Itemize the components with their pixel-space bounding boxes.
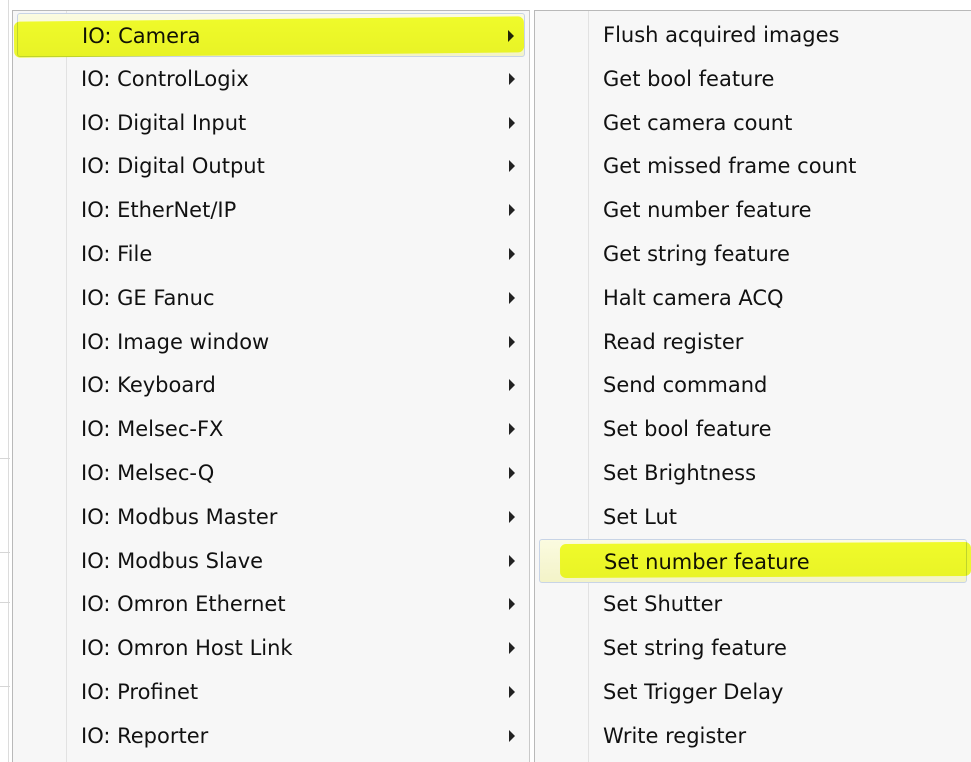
menu-item-io-file[interactable]: IO: File — [17, 232, 525, 276]
menu-item-halt-camera-acq[interactable]: Halt camera ACQ — [539, 276, 967, 320]
menu-item-io-ethernet-ip[interactable]: IO: EtherNet/IP — [17, 188, 525, 232]
camera-submenu: Flush acquired images Get bool feature Get… — [534, 10, 971, 762]
menu-item-label: Get number feature — [603, 198, 812, 223]
background-divider — [0, 552, 10, 553]
menu-item-label: Get bool feature — [603, 66, 775, 91]
menu-item-io-melsec-q[interactable]: IO: Melsec-Q — [17, 451, 525, 495]
background-divider — [0, 458, 10, 459]
menu-item-label: IO: EtherNet/IP — [81, 198, 237, 223]
menu-item-label: IO: File — [81, 242, 153, 266]
menu-item-set-trigger-delay[interactable]: Set Trigger Delay — [539, 670, 967, 714]
menu-item-io-modbus-master[interactable]: IO: Modbus Master — [17, 495, 525, 539]
triangle-right-icon — [509, 598, 515, 611]
triangle-right-icon — [509, 729, 515, 742]
triangle-right-icon — [509, 160, 515, 173]
triangle-right-icon — [509, 379, 515, 392]
menu-item-get-missed-frame-count[interactable]: Get missed frame count — [539, 144, 967, 188]
triangle-right-icon — [509, 116, 515, 129]
menu-item-io-melsec-fx[interactable]: IO: Melsec-FX — [17, 407, 525, 451]
menu-item-label: IO: Melsec-FX — [81, 417, 224, 442]
menu-item-io-omron-ethernet[interactable]: IO: Omron Ethernet — [17, 582, 525, 626]
menu-item-io-digital-output[interactable]: IO: Digital Output — [17, 144, 525, 188]
menu-item-label: IO: Image window — [81, 329, 270, 354]
menu-item-io-image-window[interactable]: IO: Image window — [17, 320, 525, 364]
menu-item-label: IO: Reporter — [81, 723, 209, 748]
menu-item-label: IO: Melsec-Q — [81, 461, 215, 485]
background-window-edge — [8, 0, 9, 762]
menu-item-label: Flush acquired images — [603, 23, 840, 47]
triangle-right-icon — [509, 291, 515, 304]
menu-item-get-string-feature[interactable]: Get string feature — [539, 232, 967, 276]
triangle-right-icon — [509, 686, 515, 698]
menu-item-label: Set bool feature — [603, 417, 772, 442]
menu-item-io-ge-fanuc[interactable]: IO: GE Fanuc — [17, 276, 525, 320]
menu-item-get-camera-count[interactable]: Get camera count — [539, 101, 967, 145]
menu-item-label: IO: Modbus Master — [81, 504, 278, 529]
menu-item-flush-acquired-images[interactable]: Flush acquired images — [539, 13, 967, 57]
menu-item-write-register[interactable]: Write register — [539, 714, 967, 758]
triangle-right-icon — [509, 72, 515, 85]
menu-item-send-command[interactable]: Send command — [539, 363, 967, 407]
triangle-right-icon — [509, 335, 515, 348]
menu-item-label: Set Brightness — [603, 461, 757, 485]
menu-item-set-shutter[interactable]: Set Shutter — [539, 582, 967, 626]
triangle-right-icon — [509, 642, 515, 655]
menu-item-label: Get string feature — [603, 242, 790, 266]
highlighter-mark — [13, 16, 525, 58]
menu-item-io-profinet[interactable]: IO: Profinet — [17, 670, 525, 714]
triangle-right-icon — [509, 204, 515, 217]
menu-item-label: Set Trigger Delay — [603, 680, 784, 704]
menu-item-label: IO: Omron Ethernet — [81, 592, 286, 617]
menu-item-set-bool-feature[interactable]: Set bool feature — [539, 407, 967, 451]
menu-item-label: IO: Digital Output — [81, 154, 265, 179]
menu-item-label: Write register — [603, 723, 747, 748]
menu-item-label: Read register — [603, 329, 744, 354]
menu-item-set-brightness[interactable]: Set Brightness — [539, 451, 967, 495]
menu-item-label: Halt camera ACQ — [603, 285, 784, 310]
menu-item-io-keyboard[interactable]: IO: Keyboard — [17, 363, 525, 407]
triangle-right-icon — [509, 248, 515, 260]
menu-item-get-number-feature[interactable]: Get number feature — [539, 188, 967, 232]
background-divider — [0, 686, 10, 687]
menu-item-io-reporter[interactable]: IO: Reporter — [17, 714, 525, 758]
menu-item-label: Get missed frame count — [603, 154, 857, 179]
menu-item-label: IO: GE Fanuc — [81, 285, 215, 310]
menu-item-label: IO: Profinet — [81, 680, 199, 704]
menu-item-get-bool-feature[interactable]: Get bool feature — [539, 57, 967, 101]
menu-item-label: IO: Keyboard — [81, 373, 216, 398]
screen: IO: CameraIO: ControlLogixIO: Digital In… — [0, 0, 971, 762]
menu-item-label: IO: Omron Host Link — [81, 636, 293, 661]
menu-item-set-lut[interactable]: Set Lut — [539, 495, 967, 539]
menu-item-label: Get camera count — [603, 110, 793, 135]
menu-item-read-register[interactable]: Read register — [539, 320, 967, 364]
menu-item-io-digital-input[interactable]: IO: Digital Input — [17, 101, 525, 145]
menu-item-io-controllogix[interactable]: IO: ControlLogix — [17, 57, 525, 101]
menu-item-label: Set Shutter — [603, 592, 723, 617]
highlighter-mark — [559, 541, 971, 579]
triangle-right-icon — [509, 554, 515, 567]
menu-item-label: Set string feature — [603, 636, 787, 661]
menu-item-label: IO: ControlLogix — [81, 66, 249, 91]
menu-item-label: IO: Modbus Slave — [81, 548, 264, 573]
triangle-right-icon — [509, 510, 515, 523]
menu-item-io-modbus-slave[interactable]: IO: Modbus Slave — [17, 539, 525, 583]
triangle-right-icon — [509, 423, 515, 436]
category-menu: IO: CameraIO: ControlLogixIO: Digital In… — [12, 10, 530, 762]
menu-item-set-string-feature[interactable]: Set string feature — [539, 626, 967, 670]
triangle-right-icon — [509, 467, 515, 479]
menu-item-label: Send command — [603, 373, 768, 398]
menu-item-io-omron-host-link[interactable]: IO: Omron Host Link — [17, 626, 525, 670]
menu-item-label: Set Lut — [603, 504, 678, 529]
background-divider — [0, 602, 10, 603]
menu-item-label: IO: Digital Input — [81, 110, 247, 135]
